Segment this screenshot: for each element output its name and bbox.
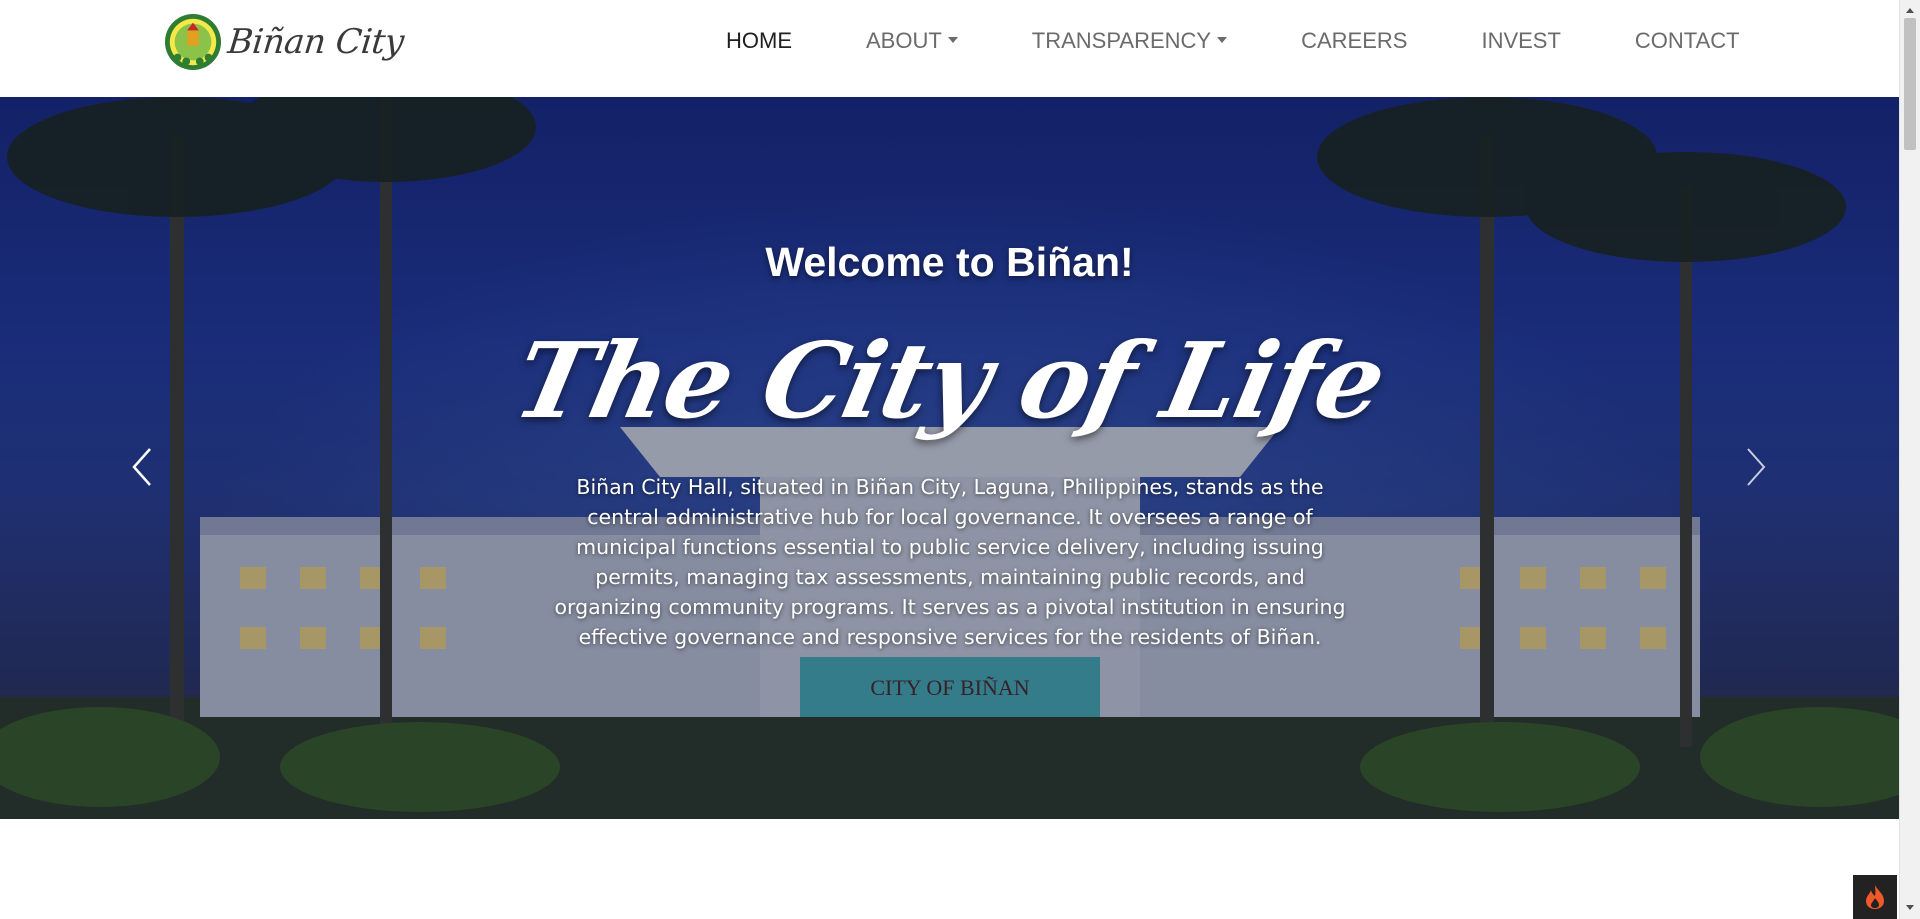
- hero-welcome-heading: Welcome to Biñan!: [765, 239, 1134, 285]
- carousel-next-button[interactable]: [1726, 437, 1786, 497]
- hero-carousel: CITY OF BIÑAN Welcome to Biñan! The City…: [0, 97, 1899, 819]
- nav-label: CAREERS: [1301, 28, 1408, 53]
- nav-item-home[interactable]: HOME: [726, 24, 792, 58]
- hero-description: Biñan City Hall, situated in Biñan City,…: [554, 475, 1346, 649]
- brand-logo-link[interactable]: Biñan City: [164, 12, 406, 72]
- city-seal-icon: [164, 13, 222, 71]
- page-scrollbar[interactable]: [1899, 0, 1920, 919]
- nav-label: ABOUT: [866, 28, 942, 53]
- chevron-left-icon: [132, 448, 151, 486]
- nav-item-about[interactable]: ABOUT: [866, 24, 958, 58]
- next-section: [0, 819, 1899, 919]
- nav-label: INVEST: [1481, 28, 1561, 53]
- carousel-prev-button[interactable]: [112, 437, 172, 497]
- flame-icon: [1866, 885, 1884, 909]
- top-navbar: Biñan City HOME ABOUT TRANSPARENCY CAREE…: [0, 0, 1899, 97]
- chevron-right-icon: [1747, 448, 1766, 486]
- nav-label: HOME: [726, 28, 792, 53]
- nav-item-transparency[interactable]: TRANSPARENCY: [1031, 24, 1228, 58]
- scroll-down-icon[interactable]: [1906, 905, 1914, 910]
- hero-caption: Welcome to Biñan! The City of Life Biñan…: [0, 97, 1899, 819]
- main-nav: HOME ABOUT TRANSPARENCY CAREERS INVEST C…: [726, 24, 1740, 58]
- nav-label: TRANSPARENCY: [1031, 28, 1212, 53]
- brand-name: Biñan City: [225, 22, 406, 62]
- floating-action-button[interactable]: [1853, 875, 1897, 919]
- caret-down-icon: [1217, 37, 1228, 43]
- scroll-thumb[interactable]: [1904, 18, 1916, 150]
- nav-item-invest[interactable]: INVEST: [1481, 24, 1560, 58]
- nav-item-contact[interactable]: CONTACT: [1635, 24, 1740, 58]
- hero-tagline: The City of Life: [504, 319, 1395, 442]
- scroll-up-icon[interactable]: [1906, 8, 1914, 13]
- nav-item-careers[interactable]: CAREERS: [1301, 24, 1407, 58]
- caret-down-icon: [947, 37, 958, 43]
- nav-label: CONTACT: [1634, 28, 1740, 53]
